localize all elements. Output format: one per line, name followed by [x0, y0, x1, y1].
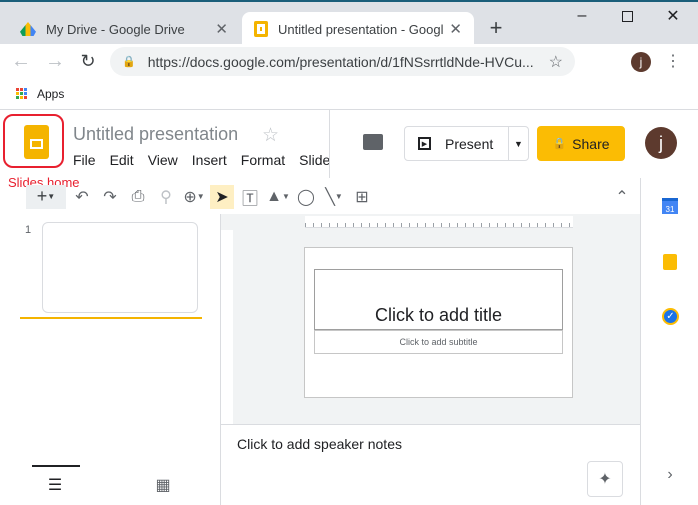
slide[interactable]: Click to add title Click to add subtitle	[304, 247, 573, 398]
lock-icon: 🔒	[552, 138, 567, 150]
presentation-title[interactable]: Untitled presentation	[73, 124, 238, 145]
slides-home-logo[interactable]	[24, 125, 49, 159]
menu-edit[interactable]: Edit	[110, 152, 134, 168]
apps-grid-icon	[16, 88, 27, 99]
menu-slide[interactable]: Slide	[299, 152, 330, 168]
browser-menu-icon[interactable]: ⋮	[665, 50, 681, 72]
shape-icon[interactable]: ◯	[294, 185, 318, 209]
star-icon[interactable]: ☆	[262, 124, 279, 147]
title-placeholder[interactable]: Click to add title	[314, 269, 563, 330]
subtitle-placeholder[interactable]: Click to add subtitle	[314, 330, 563, 354]
bookmark-apps[interactable]: Apps	[37, 87, 64, 101]
menu-bar: File Edit View Insert Format Slide	[73, 152, 331, 168]
print-icon[interactable]: ⎙	[126, 185, 150, 209]
reload-icon[interactable]: ↻	[77, 50, 99, 72]
menu-insert[interactable]: Insert	[192, 152, 227, 168]
expand-panel-icon[interactable]: ›	[661, 466, 679, 484]
close-window-icon[interactable]: ✕	[663, 6, 683, 26]
text-box-icon[interactable]: 🅃	[238, 185, 262, 209]
close-tab-icon[interactable]: ✕	[449, 20, 462, 38]
maximize-icon[interactable]	[622, 11, 633, 22]
paint-format-icon[interactable]: ⚲	[154, 185, 178, 209]
slides-icon	[254, 21, 268, 37]
tab-my-drive[interactable]: My Drive - Google Drive ✕	[8, 12, 240, 46]
divider	[329, 110, 330, 178]
filmstrip: 1 ☰ ▦	[0, 214, 221, 505]
filmstrip-view-tab-indicator	[32, 465, 80, 467]
present-dropdown[interactable]: ▼	[508, 127, 528, 160]
new-slide-button[interactable]: + ▼	[26, 184, 66, 209]
line-icon[interactable]: ╲ ▼	[322, 185, 346, 209]
keep-icon[interactable]	[663, 254, 677, 270]
calendar-icon[interactable]: 31	[662, 198, 678, 214]
tab-bar: My Drive - Google Drive ✕ Untitled prese…	[0, 0, 698, 46]
slide-thumbnail[interactable]	[42, 222, 198, 313]
new-tab-icon[interactable]: +	[484, 14, 508, 42]
toolbar: + ▼ ↶ ↷ ⎙ ⚲ ⊕ ▼ ➤ 🅃 ▲ ▼ ◯ ╲ ▼ ⊞ ⌃	[0, 180, 640, 213]
zoom-icon[interactable]: ⊕ ▼	[182, 185, 206, 209]
add-comment-icon[interactable]: ⊞	[350, 185, 374, 209]
comments-icon[interactable]	[363, 134, 383, 150]
address-bar[interactable]: 🔒 https://docs.google.com/presentation/d…	[110, 47, 575, 76]
collapse-toolbar-icon[interactable]: ⌃	[610, 185, 634, 209]
close-tab-icon[interactable]: ✕	[215, 20, 228, 38]
undo-icon[interactable]: ↶	[70, 185, 94, 209]
explore-button[interactable]: ✦	[587, 461, 623, 497]
tasks-icon[interactable]: ✓	[662, 308, 679, 325]
select-icon[interactable]: ➤	[210, 184, 234, 209]
menu-file[interactable]: File	[73, 152, 96, 168]
redo-icon[interactable]: ↷	[98, 185, 122, 209]
menu-format[interactable]: Format	[241, 152, 285, 168]
lock-icon: 🔒	[122, 56, 136, 68]
slide-number: 1	[25, 224, 32, 236]
google-drive-icon	[20, 22, 36, 36]
side-panel: 31 ✓ ›	[640, 178, 698, 505]
profile-avatar[interactable]: j	[630, 51, 652, 73]
bookmark-star-icon[interactable]: ☆	[549, 52, 563, 72]
speaker-notes[interactable]: Click to add speaker notes ✦	[221, 424, 641, 505]
vertical-ruler	[221, 230, 233, 424]
minimize-icon[interactable]: –	[572, 6, 592, 26]
insertion-indicator	[20, 317, 202, 319]
back-icon[interactable]: ←	[10, 50, 32, 72]
horizontal-ruler	[305, 216, 573, 228]
menu-view[interactable]: View	[148, 152, 178, 168]
present-icon: ▶	[418, 137, 431, 150]
grid-view-icon[interactable]: ▦	[152, 474, 174, 496]
tab-untitled-presentation[interactable]: Untitled presentation - Google Slides ✕	[242, 12, 474, 46]
bookmarks-bar: Apps	[0, 78, 698, 110]
filmstrip-view-icon[interactable]: ☰	[44, 474, 66, 496]
share-button[interactable]: 🔒 Share	[537, 126, 625, 161]
image-icon[interactable]: ▲ ▼	[266, 185, 290, 209]
forward-icon[interactable]: →	[44, 50, 66, 72]
account-avatar[interactable]: j	[645, 127, 677, 159]
present-button[interactable]: ▶ Present ▼	[404, 126, 529, 161]
